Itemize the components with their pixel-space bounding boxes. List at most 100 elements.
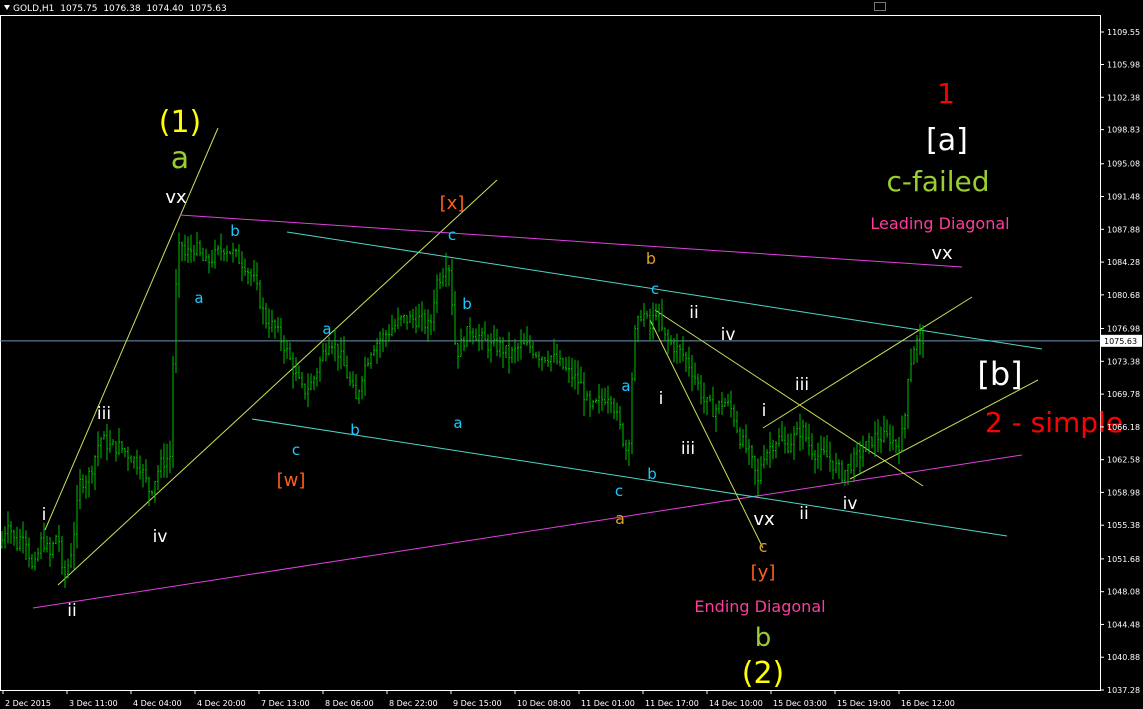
x-tick-label: 8 Dec 22:00: [389, 699, 438, 708]
x-tick-label: 3 Dec 11:00: [69, 699, 118, 708]
wave-label: c: [759, 537, 768, 556]
time-axis: 2 Dec 2015 3 Dec 11:00 4 Dec 04:00 4 Dec 20…: [2, 690, 955, 708]
wave-label: [w]: [277, 470, 306, 491]
wave-label: a: [453, 414, 462, 432]
y-tick-label: 1073.38: [1107, 357, 1140, 366]
wave-label: a: [194, 289, 203, 307]
wave-label: a: [171, 141, 189, 176]
wave-label: a: [621, 377, 630, 395]
leading-diagonal-up-line: [762, 296, 973, 429]
wave-label: ii: [689, 303, 698, 323]
x-tick-label: 15 Dec 03:00: [773, 699, 827, 708]
wave-label: i: [762, 401, 767, 421]
x-wave-trendline: [57, 179, 498, 586]
y-tick-label: 1098.83: [1107, 126, 1140, 135]
x-tick-label: 9 Dec 15:00: [453, 699, 502, 708]
wave-label: b: [755, 623, 772, 653]
wave-labels: (1)avxbaiiiiiviiac[w]b[x]cbabciiivaiiiib…: [42, 77, 1123, 691]
wave-label: c: [615, 482, 623, 500]
x-tick-label: 4 Dec 20:00: [197, 699, 246, 708]
x-tick-label: 15 Dec 19:00: [837, 699, 891, 708]
current-price-label: 1075.63: [1104, 337, 1137, 346]
price-chart[interactable]: (1)avxbaiiiiiviiac[w]b[x]cbabciiivaiiiib…: [0, 0, 1143, 709]
wave-label: [b]: [977, 355, 1022, 393]
wave-label: 2 - simple: [985, 406, 1123, 439]
wave-label: c: [292, 441, 300, 459]
y-tick-label: 1109.55: [1107, 28, 1140, 37]
y-tick-label: 1055.38: [1107, 521, 1140, 530]
wave-label: ii: [799, 504, 808, 524]
x-tick-label: 8 Dec 06:00: [325, 699, 374, 708]
wave-label: [y]: [751, 562, 776, 583]
y-tick-label: 1037.28: [1107, 686, 1140, 695]
wave-label: a: [615, 509, 625, 528]
wave-1-trendline: [44, 127, 219, 531]
x-tick-label: 14 Dec 10:00: [709, 699, 763, 708]
y-tick-label: 1091.48: [1107, 193, 1140, 202]
wave-label: Ending Diagonal: [694, 597, 825, 616]
wave-label: vx: [753, 509, 775, 530]
ending-diagonal-lower-line: [32, 454, 1023, 609]
wave-label: (2): [742, 656, 785, 691]
x-tick-label: 10 Dec 08:00: [517, 699, 571, 708]
wave-label: ii: [67, 601, 76, 621]
symbol-label: GOLD,H1: [13, 4, 55, 14]
channel-lower-line: [251, 418, 1008, 537]
y-tick-label: 1105.98: [1107, 61, 1140, 70]
y-tick-label: 1069.78: [1107, 390, 1140, 399]
y-tick-label: 1102.38: [1107, 93, 1140, 102]
wave-label: c-failed: [886, 165, 989, 198]
y-tick-label: 1048.08: [1107, 588, 1140, 597]
wave-label: a: [322, 320, 331, 338]
y-tick-label: 1040.88: [1107, 653, 1140, 662]
low-value: 1074.40: [146, 4, 184, 14]
x-tick-label: 7 Dec 13:00: [261, 699, 310, 708]
wave-label: iv: [721, 325, 736, 345]
wave-label: iii: [97, 404, 111, 424]
wave-label: [a]: [926, 123, 968, 158]
wave-label: 1: [937, 77, 955, 110]
ending-diagonal-upper-line: [654, 309, 924, 487]
y-tick-label: 1058.98: [1107, 488, 1140, 497]
wave-label: b: [230, 222, 240, 240]
wave-label: iv: [153, 527, 168, 547]
wave-label: iv: [843, 494, 858, 514]
y-tick-label: 1062.58: [1107, 456, 1140, 465]
wave-label: iii: [681, 439, 695, 459]
x-tick-label: 2 Dec 2015: [5, 699, 51, 708]
wave-label: vx: [931, 243, 953, 264]
wave-label: (1): [159, 105, 202, 140]
y-tick-label: 1076.98: [1107, 325, 1140, 334]
wave-label: b: [462, 295, 472, 313]
wave-label: [x]: [440, 193, 465, 214]
candles: [1, 232, 924, 588]
wave-label: i: [42, 505, 47, 525]
high-value: 1076.38: [103, 4, 141, 14]
dropdown-triangle-icon[interactable]: [4, 5, 10, 10]
y-tick-label: 1044.48: [1107, 620, 1140, 629]
y-tick-label: 1051.68: [1107, 555, 1140, 564]
open-value: 1075.75: [60, 4, 98, 14]
y-tick-label: 1080.68: [1107, 291, 1140, 300]
wave-label: vx: [165, 187, 187, 208]
wave-label: iii: [795, 375, 809, 395]
x-tick-label: 11 Dec 17:00: [645, 699, 699, 708]
leading-diagonal-upper-line: [179, 214, 963, 268]
wave-label: b: [647, 465, 657, 483]
y-tick-label: 1084.28: [1107, 258, 1140, 267]
x-tick-label: 11 Dec 01:00: [581, 699, 635, 708]
x-tick-label: 4 Dec 04:00: [133, 699, 182, 708]
y-tick-label: 1066.18: [1107, 423, 1140, 432]
wave-label: i: [659, 389, 664, 409]
price-axis: 1109.55 1105.98 1102.38 1098.83 1095.08 1091.…: [1100, 28, 1142, 695]
y-tick-label: 1095.08: [1107, 160, 1140, 169]
wave-label: b: [646, 249, 656, 268]
wave-label: Leading Diagonal: [870, 214, 1009, 233]
chart-header: GOLD,H1 1075.75 1076.38 1074.40 1075.63: [4, 4, 230, 14]
x-tick-label: 16 Dec 12:00: [901, 699, 955, 708]
y-tick-label: 1087.88: [1107, 225, 1140, 234]
wave-label: c: [448, 226, 456, 244]
wave-label: b: [350, 421, 360, 439]
wave-label: c: [651, 280, 659, 298]
window-control-icon[interactable]: [874, 2, 886, 11]
